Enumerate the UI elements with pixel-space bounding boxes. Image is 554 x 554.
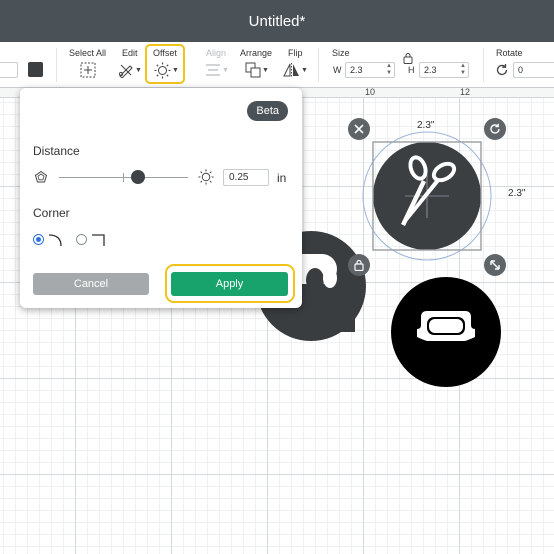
offset-highlight	[145, 44, 185, 84]
select-all-label: Select All	[69, 48, 107, 58]
offset-sun-icon	[198, 169, 214, 185]
document-title: Untitled*	[248, 12, 306, 30]
edit-tools-icon	[118, 64, 133, 78]
title-bar: Untitled*	[0, 0, 554, 42]
cancel-button-label: Cancel	[73, 278, 109, 290]
apply-button-label: Apply	[215, 278, 244, 290]
arrange-button[interactable]: ▼	[245, 61, 269, 79]
delete-handle[interactable]	[348, 118, 370, 140]
chevron-down-icon: ▼	[262, 66, 269, 74]
toolbar-divider	[318, 48, 319, 82]
scissors-circle-design[interactable]	[355, 124, 499, 268]
distance-unit: in	[277, 171, 287, 185]
select-all-button[interactable]	[80, 61, 96, 79]
square-corner-radio[interactable]	[76, 234, 87, 245]
height-readout: 2.3"	[508, 188, 526, 199]
align-icon	[206, 64, 220, 76]
height-value: 2.3	[424, 65, 437, 75]
apply-button[interactable]: Apply	[171, 272, 288, 296]
resize-arrows-icon	[490, 260, 500, 270]
rounded-corner-radio[interactable]	[33, 234, 44, 245]
height-letter: H	[408, 65, 415, 75]
rotate-icon	[490, 123, 500, 134]
width-letter: W	[333, 65, 342, 75]
align-label: Align	[206, 48, 227, 58]
distance-label: Distance	[33, 144, 80, 158]
rotate-label: Rotate	[496, 48, 523, 58]
close-icon	[354, 124, 364, 134]
flip-icon	[283, 63, 299, 77]
ruler-mark: 10	[365, 87, 376, 97]
edit-button[interactable]: ▼	[118, 61, 142, 79]
cancel-button[interactable]: Cancel	[33, 273, 149, 295]
ruler-mark: 12	[460, 87, 471, 97]
corner-label: Corner	[33, 206, 70, 220]
distance-slider-thumb[interactable]	[131, 170, 145, 184]
pentagon-offset-icon	[34, 170, 48, 183]
width-value: 2.3	[350, 65, 363, 75]
resize-handle[interactable]	[484, 254, 506, 276]
flip-label: Flip	[288, 48, 303, 58]
arrange-label: Arrange	[240, 48, 273, 58]
arrange-icon	[245, 62, 261, 78]
chevron-down-icon: ▼	[222, 66, 229, 74]
rounded-image-circle-design[interactable]	[391, 277, 501, 387]
toolbar-divider	[56, 48, 57, 82]
flip-button[interactable]: ▼	[283, 61, 308, 79]
rotate-input[interactable]: 0	[513, 62, 554, 78]
width-stepper-icon[interactable]: ▲ ▼	[386, 63, 392, 77]
height-stepper-icon[interactable]: ▲ ▼	[460, 63, 466, 77]
size-label: Size	[332, 48, 350, 58]
lock-icon	[354, 259, 364, 271]
select-all-icon	[80, 62, 96, 78]
lock-proportions-icon[interactable]	[403, 52, 413, 64]
linetype-field[interactable]	[0, 62, 18, 78]
color-swatch[interactable]	[28, 62, 43, 77]
rotate-value: 0	[518, 65, 524, 75]
rounded-corner-icon	[48, 234, 62, 247]
slider-tick	[123, 173, 124, 182]
chevron-down-icon: ▼	[135, 66, 142, 74]
rotate-handle[interactable]	[484, 118, 506, 140]
offset-panel: Beta Distance 0.25 in Corner Cancel Appl…	[20, 88, 302, 308]
align-button[interactable]: ▼	[205, 61, 229, 79]
distance-input[interactable]: 0.25	[223, 169, 269, 186]
square-corner-icon	[92, 234, 105, 246]
edit-label: Edit	[122, 48, 138, 58]
toolbar-divider	[483, 48, 484, 82]
beta-badge: Beta	[247, 101, 288, 121]
chevron-down-icon: ▼	[301, 66, 308, 74]
width-readout: 2.3"	[417, 120, 435, 131]
distance-value: 0.25	[229, 172, 249, 183]
lock-handle[interactable]	[348, 254, 370, 276]
edit-toolbar: Select All Edit ▼ Offset ▼ Align ▼ Arran…	[0, 42, 554, 88]
rotate-icon	[496, 64, 508, 76]
